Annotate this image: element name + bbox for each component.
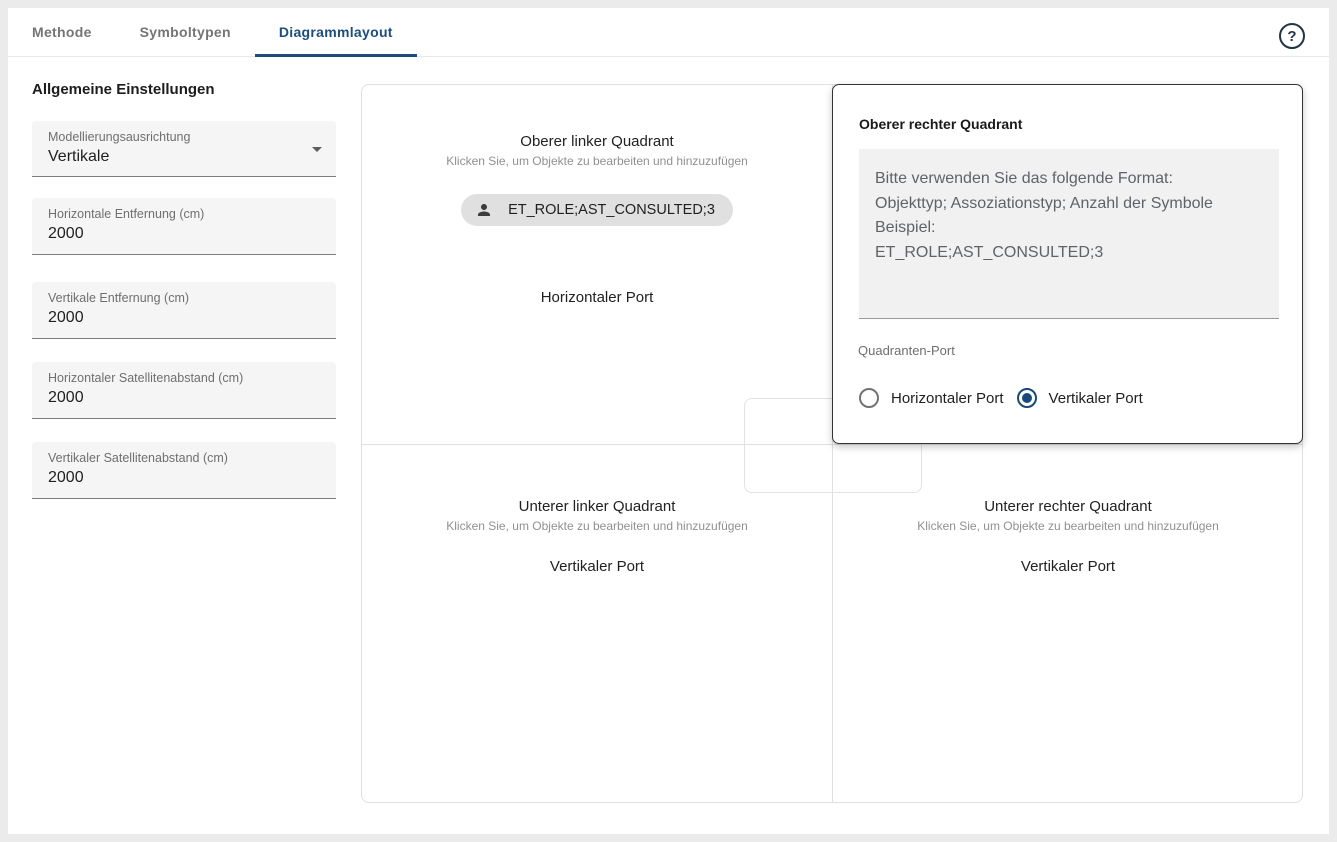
quadrant-top-left[interactable]: Oberer linker Quadrant Klicken Sie, um O… [362, 133, 832, 306]
field-value: 2000 [48, 466, 320, 490]
vertikaler-satellitenabstand-field[interactable]: Vertikaler Satellitenabstand (cm) 2000 [32, 442, 336, 499]
select-label: Modellierungsausrichtung [48, 130, 320, 145]
horizontaler-satellitenabstand-field[interactable]: Horizontaler Satellitenabstand (cm) 2000 [32, 362, 336, 419]
radio-vertikaler-port[interactable]: Vertikaler Port [1017, 388, 1143, 408]
settings-window: Methode Symboltypen Diagrammlayout ? All… [8, 8, 1329, 834]
panel-title: Oberer rechter Quadrant [859, 116, 1022, 132]
vertikale-entfernung-field[interactable]: Vertikale Entfernung (cm) 2000 [32, 282, 336, 339]
field-value: 2000 [48, 386, 320, 410]
quadrant-bottom-right[interactable]: Unterer rechter Quadrant Klicken Sie, um… [833, 498, 1303, 575]
quadrant-hint: Klicken Sie, um Objekte zu bearbeiten un… [362, 518, 832, 534]
quadrant-title: Unterer linker Quadrant [362, 498, 832, 516]
radio-label: Vertikaler Port [1049, 390, 1143, 407]
select-value: Vertikale [48, 145, 320, 169]
field-label: Horizontaler Satellitenabstand (cm) [48, 371, 320, 386]
tab-symboltypen[interactable]: Symboltypen [116, 8, 255, 56]
modellierungsausrichtung-select[interactable]: Modellierungsausrichtung Vertikale [32, 121, 336, 177]
radio-selected-icon [1017, 388, 1037, 408]
quadrant-port-label: Horizontaler Port [362, 289, 832, 306]
quadrant-title: Unterer rechter Quadrant [833, 498, 1303, 516]
object-chip[interactable]: ET_ROLE;AST_CONSULTED;3 [461, 194, 733, 226]
quadrant-port-group-label: Quadranten-Port [858, 343, 955, 358]
quadrant-bottom-left[interactable]: Unterer linker Quadrant Klicken Sie, um … [362, 498, 832, 575]
sidebar-section-title: Allgemeine Einstellungen [32, 81, 215, 98]
field-label: Vertikaler Satellitenabstand (cm) [48, 451, 320, 466]
tab-methode[interactable]: Methode [8, 8, 116, 56]
tab-bar: Methode Symboltypen Diagrammlayout [8, 8, 1329, 57]
field-value: 2000 [48, 306, 320, 330]
field-value: 2000 [48, 222, 320, 246]
radio-horizontaler-port[interactable]: Horizontaler Port [859, 388, 1004, 408]
field-label: Horizontale Entfernung (cm) [48, 207, 320, 222]
field-label: Vertikale Entfernung (cm) [48, 291, 320, 306]
quadrant-title: Oberer linker Quadrant [362, 133, 832, 151]
chevron-down-icon [312, 147, 322, 152]
radio-label: Horizontaler Port [891, 390, 1004, 407]
quadrant-port-label: Vertikaler Port [362, 558, 832, 575]
radio-unselected-icon [859, 388, 879, 408]
help-icon[interactable]: ? [1279, 23, 1305, 49]
quadrant-top-right-editor-panel: Oberer rechter Quadrant Bitte verwenden … [832, 84, 1303, 444]
horizontale-entfernung-field[interactable]: Horizontale Entfernung (cm) 2000 [32, 198, 336, 255]
port-radio-group: Horizontaler Port Vertikaler Port [859, 388, 1143, 408]
chip-label: ET_ROLE;AST_CONSULTED;3 [508, 202, 715, 218]
tab-diagrammlayout[interactable]: Diagrammlayout [255, 8, 417, 56]
quadrant-hint: Klicken Sie, um Objekte zu bearbeiten un… [362, 153, 832, 169]
objects-textarea[interactable]: Bitte verwenden Sie das folgende Format:… [859, 149, 1279, 319]
quadrant-port-label: Vertikaler Port [833, 558, 1303, 575]
person-icon [475, 201, 493, 219]
quadrant-hint: Klicken Sie, um Objekte zu bearbeiten un… [833, 518, 1303, 534]
